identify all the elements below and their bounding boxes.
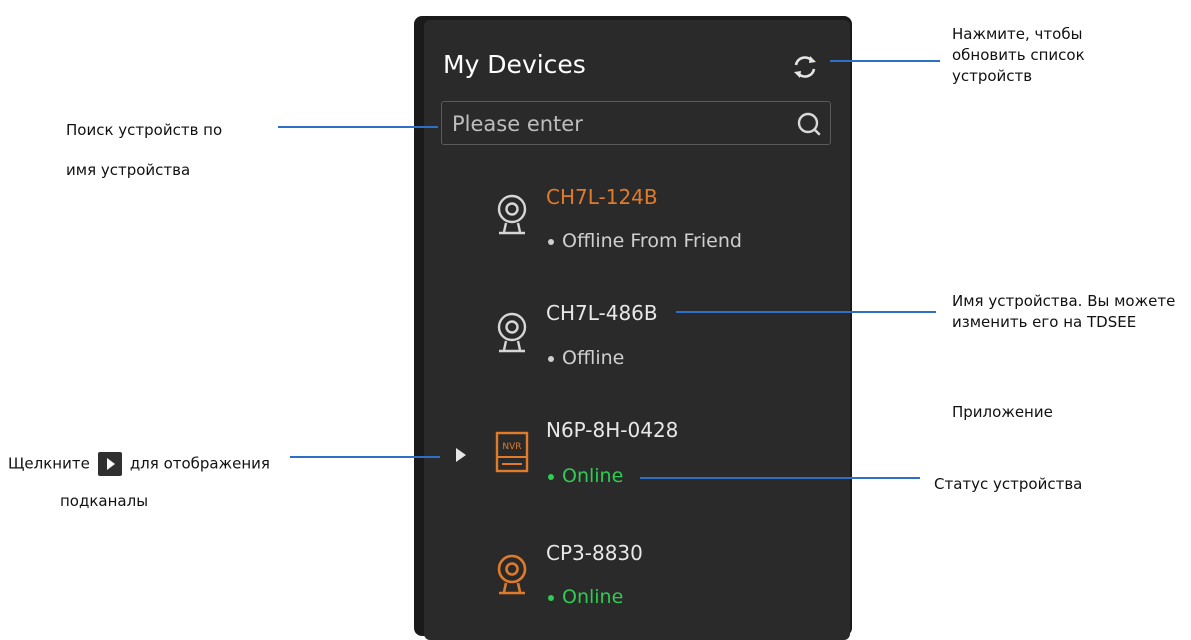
callout-search-line1: Поиск устройств по: [66, 121, 223, 139]
callout-expand-prefix: Щелкните: [8, 454, 90, 473]
search-box: [441, 101, 831, 145]
status-dot: [548, 355, 554, 362]
camera-icon: [497, 194, 527, 235]
panel-title: My Devices: [443, 50, 586, 79]
device-status: Online: [548, 586, 623, 608]
device-status-text: Online: [562, 465, 624, 487]
callout-line-name: [676, 311, 936, 313]
callout-expand-line2: подканалы: [60, 492, 149, 510]
callout-line-status: [640, 477, 920, 479]
search-input[interactable]: [450, 108, 784, 140]
refresh-button[interactable]: [790, 52, 820, 82]
status-dot: [548, 473, 554, 480]
callout-expand-suffix: для отображения: [129, 454, 270, 473]
camera-icon: [497, 554, 527, 595]
device-name[interactable]: CP3-8830: [546, 541, 643, 565]
device-status: Online: [548, 465, 623, 487]
callout-name: Имя устройства. Вы можете изменить его н…: [952, 292, 1176, 331]
callout-line-expand: [290, 456, 440, 458]
device-name[interactable]: CH7L-486B: [546, 301, 658, 325]
callout-refresh: Нажмите, чтобы обновить список устройств: [952, 25, 1085, 85]
device-status-text: Offline From Friend: [562, 230, 742, 252]
device-status-text: Online: [562, 586, 624, 608]
device-name[interactable]: N6P-8H-0428: [546, 418, 678, 442]
expand-arrow-icon[interactable]: [456, 448, 466, 462]
status-dot: [548, 594, 554, 601]
play-icon: [97, 452, 122, 476]
callout-line-refresh: [830, 60, 940, 62]
nvr-icon: NVR: [495, 431, 529, 473]
callout-line-search: [278, 126, 438, 128]
device-name[interactable]: CH7L-124B: [546, 185, 658, 209]
device-status: Offline From Friend: [548, 230, 742, 252]
camera-icon: [497, 312, 527, 353]
callout-app: Приложение: [952, 403, 1053, 421]
refresh-icon: [794, 56, 816, 78]
device-item[interactable]: CH7L-124B Offline From Friend: [480, 182, 830, 272]
svg-text:NVR: NVR: [502, 442, 521, 452]
device-status: Offline: [548, 347, 624, 369]
device-status-text: Offline: [562, 347, 625, 369]
search-icon[interactable]: [796, 111, 822, 137]
callout-status: Статус устройства: [934, 475, 1083, 493]
status-dot: [548, 238, 554, 245]
callout-expand: Щелкните для отображения: [8, 452, 270, 476]
device-item[interactable]: CP3-8830 Online: [480, 538, 830, 628]
device-item[interactable]: NVR N6P-8H-0428 Online: [480, 415, 830, 505]
callout-search-line2: имя устройства: [66, 161, 191, 179]
